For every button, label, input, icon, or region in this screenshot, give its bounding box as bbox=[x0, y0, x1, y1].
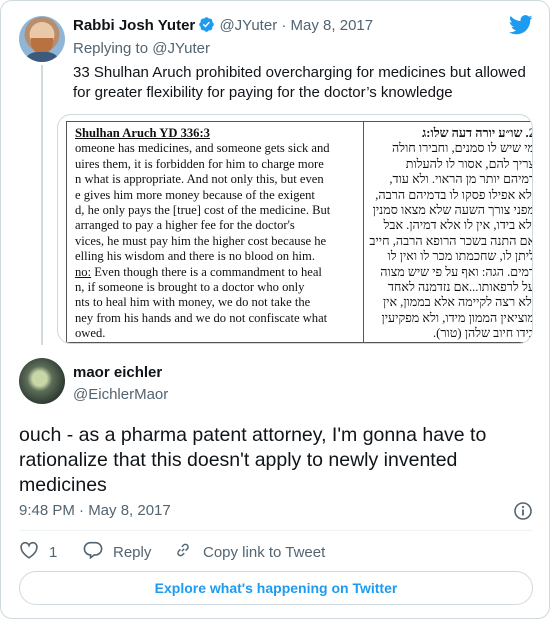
hebrew-line: צריך להם, אסור לו להעלות bbox=[405, 156, 533, 171]
english-line: uires them, it is forbidden for him to c… bbox=[75, 156, 324, 171]
parent-date[interactable]: May 8, 2017 bbox=[291, 17, 374, 34]
twitter-bird-icon[interactable] bbox=[509, 15, 533, 40]
hebrew-line: ולא רצה לקיימה אלא בממון, אין bbox=[382, 295, 533, 310]
english-line: n, if someone is brought to a doctor who… bbox=[75, 280, 305, 295]
tweet-embed-card: Rabbi Josh Yuter @JYuter · May 8, 2017 R… bbox=[0, 0, 550, 619]
copy-link-button[interactable]: Copy link to Tweet bbox=[173, 541, 325, 563]
parent-tweet-text: 33 Shulhan Aruch prohibited overcharging… bbox=[73, 64, 526, 101]
column-divider bbox=[363, 122, 364, 342]
main-handle[interactable]: @EichlerMaor bbox=[73, 385, 168, 405]
avatar-josh-yuter[interactable] bbox=[19, 16, 65, 62]
link-icon bbox=[173, 541, 203, 563]
hebrew-line: מי שיש לו סמנים, וחבירו חולה bbox=[391, 141, 533, 156]
hebrew-line: בידו חיוב שלהן (טור). bbox=[433, 326, 533, 341]
main-author-name[interactable]: maor eichler bbox=[73, 363, 162, 383]
info-icon[interactable] bbox=[513, 501, 533, 526]
hebrew-line: מוציאין הממון מידו, ולא מפקיעין bbox=[381, 310, 533, 325]
main-tweet-timestamp[interactable]: 9:48 PM · May 8, 2017 bbox=[19, 501, 171, 521]
underlined-keyword: no: bbox=[75, 264, 92, 279]
hebrew-line: אם התנה בשכר הרופא הרבה, חייב bbox=[369, 233, 533, 248]
hebrew-line: על לרפאותו...אם נזדמנה לאחד bbox=[387, 280, 533, 295]
replying-to-label: Replying to bbox=[73, 40, 149, 57]
hebrew-line: ולא אפילו פסקו לו בדמיהם הרבה, bbox=[375, 187, 533, 202]
hebrew-source: 2. שו״ע יורה דעה שלו:ג מי שיש לו סמנים, … bbox=[367, 126, 533, 342]
english-line: n what is appropriate. And not only this… bbox=[75, 172, 324, 187]
explore-button[interactable]: Explore what's happening on Twitter bbox=[19, 571, 533, 605]
reply-button[interactable]: Reply bbox=[83, 541, 151, 563]
english-translation: Shulhan Aruch YD 336:3 omeone has medici… bbox=[75, 126, 360, 342]
parent-tweet-header: Rabbi Josh Yuter @JYuter · May 8, 2017 bbox=[73, 16, 373, 39]
english-line: d, he only pays the [true] cost of the m… bbox=[75, 203, 331, 218]
verified-badge-icon bbox=[198, 16, 215, 39]
copy-link-label: Copy link to Tweet bbox=[203, 543, 326, 561]
hebrew-line: דמים. הגה: ואף על פי שיש מצוה bbox=[380, 264, 533, 279]
english-line: arranged to pay a higher fee for the doc… bbox=[75, 218, 295, 233]
heart-icon bbox=[19, 541, 49, 563]
english-line: ney from his hands and we do not confisc… bbox=[75, 310, 328, 325]
hebrew-line: דמיהם יותר מן הראוי. ולא עוד, bbox=[389, 172, 533, 187]
thread-line bbox=[41, 65, 43, 345]
parent-author-name[interactable]: Rabbi Josh Yuter bbox=[73, 17, 195, 34]
english-line: vices, he must pay him the higher cost b… bbox=[75, 233, 327, 248]
reply-icon bbox=[83, 541, 113, 563]
hebrew-title: 2. שו״ע יורה דעה שלו:ג bbox=[422, 126, 532, 140]
replying-to-handle[interactable]: @JYuter bbox=[152, 40, 210, 57]
parent-handle[interactable]: @JYuter bbox=[219, 17, 277, 34]
english-line: elling his wisdom and there is no blood … bbox=[75, 249, 315, 264]
english-line: e gives him more money because of the ex… bbox=[75, 187, 315, 202]
replying-to: Replying to @JYuter bbox=[73, 39, 210, 59]
english-line: no: Even though there is a commandment t… bbox=[75, 264, 322, 279]
english-line: omeone has medicines, and someone gets s… bbox=[75, 141, 330, 156]
like-count: 1 bbox=[49, 543, 58, 561]
english-line: nts to heal him with money, we do not ta… bbox=[75, 295, 311, 310]
english-title: Shulhan Aruch YD 336:3 bbox=[75, 126, 210, 140]
hebrew-line: ולא בידו, אין לו אלא דמיהן. אבל bbox=[383, 218, 533, 233]
english-line: owed. bbox=[75, 326, 106, 341]
source-text-table: Shulhan Aruch YD 336:3 omeone has medici… bbox=[66, 121, 533, 343]
avatar-maor-eichler[interactable] bbox=[19, 358, 65, 404]
main-tweet-text: ouch - as a pharma patent attorney, I'm … bbox=[19, 424, 487, 496]
like-button[interactable]: 1 bbox=[19, 541, 57, 563]
hebrew-line: מפני צורך השעה שלא מצאו סמנין bbox=[372, 203, 533, 218]
parent-tweet-image[interactable]: Shulhan Aruch YD 336:3 omeone has medici… bbox=[57, 114, 533, 344]
hebrew-line: ליתן לו, שחכמתו מכר לו ואין לו bbox=[387, 249, 533, 264]
divider bbox=[19, 530, 533, 531]
reply-label: Reply bbox=[113, 543, 152, 561]
